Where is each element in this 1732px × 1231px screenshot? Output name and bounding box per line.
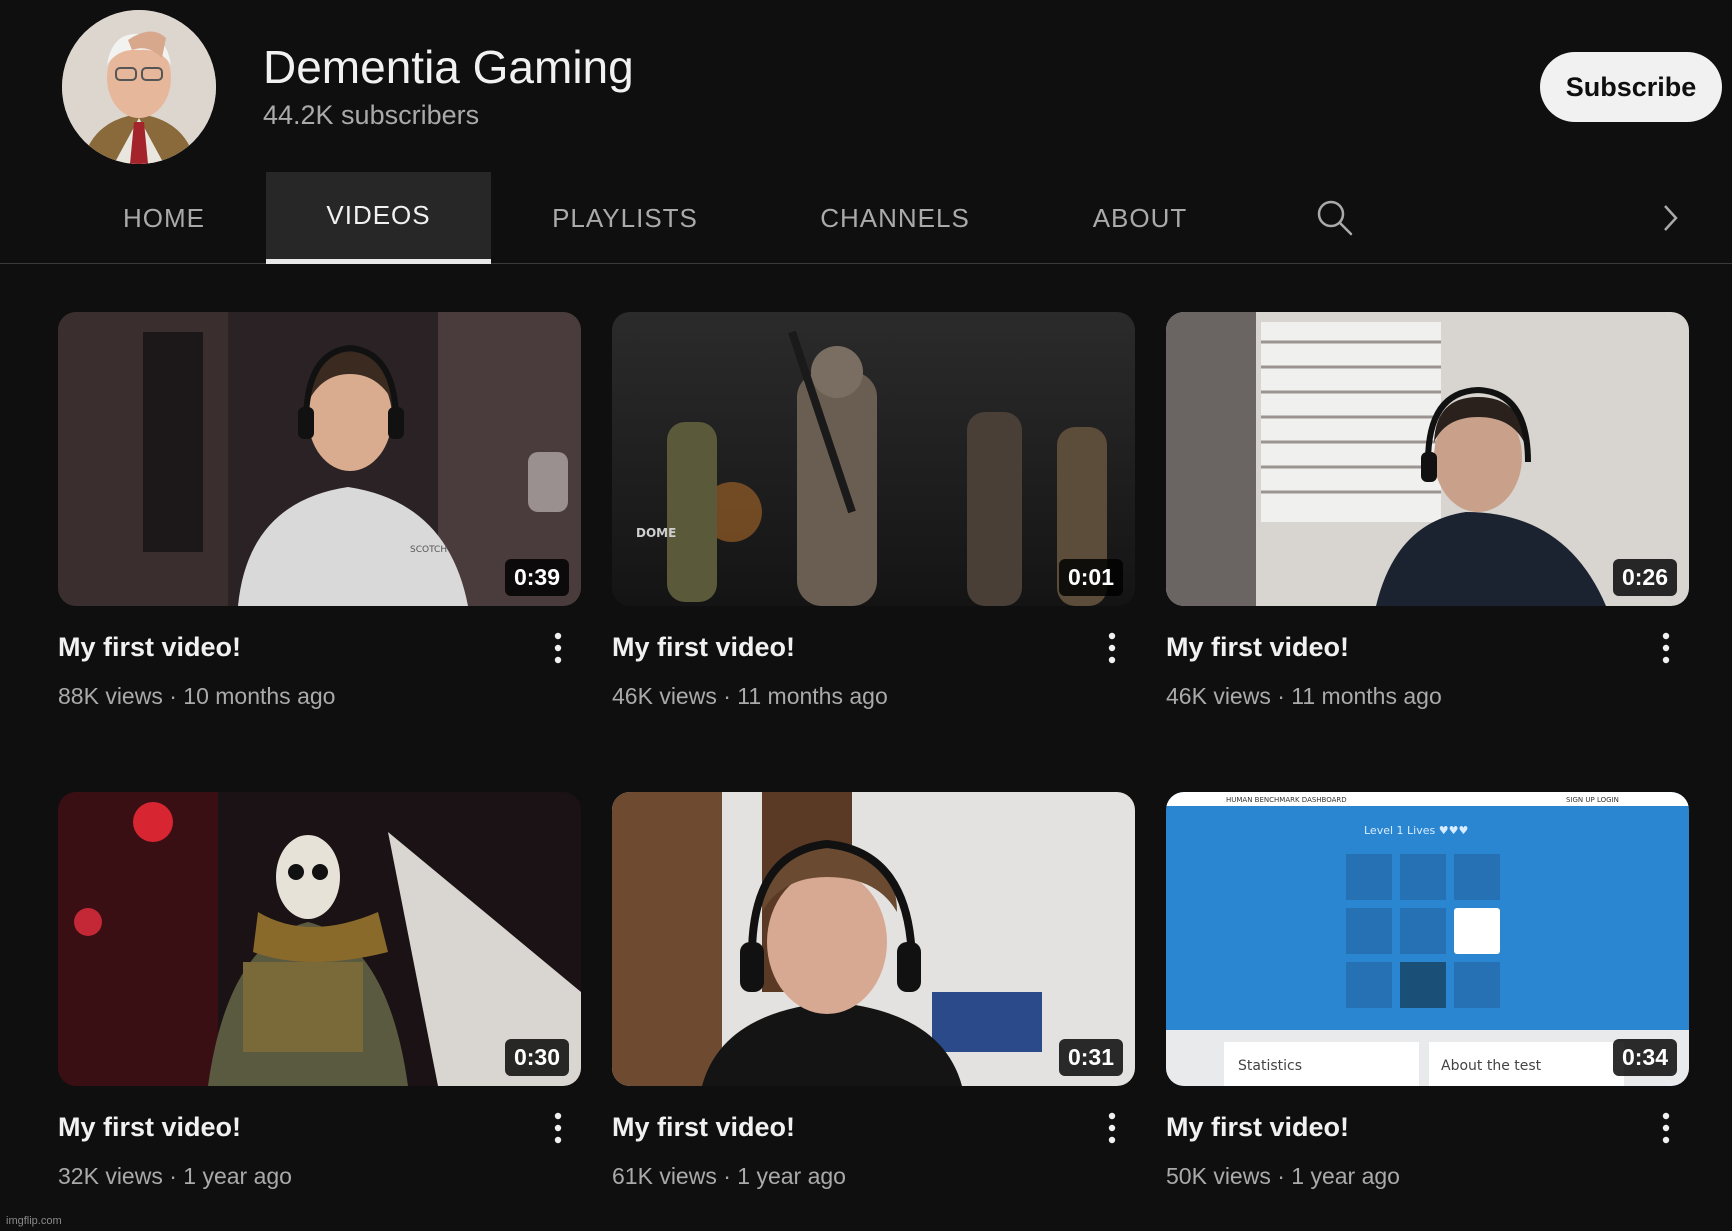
video-views: 32K views <box>58 1163 163 1189</box>
video-thumbnail[interactable]: 0:26 <box>1166 312 1689 606</box>
video-age: 11 months ago <box>1291 683 1442 709</box>
video-card[interactable]: SCOTCH 0:39 My first video! 88K views · … <box>58 312 581 709</box>
channel-page: Dementia Gaming 44.2K subscribers Subscr… <box>0 0 1732 1231</box>
tab-about[interactable]: ABOUT <box>1080 172 1200 264</box>
video-duration: 0:39 <box>504 559 569 596</box>
video-age: 11 months ago <box>737 683 888 709</box>
more-vert-icon[interactable] <box>543 1108 573 1148</box>
channel-name: Dementia Gaming <box>263 41 634 93</box>
level-lives: Level 1 Lives ♥♥♥ <box>1364 824 1468 837</box>
video-card[interactable]: 0:26 My first video! 46K views · 11 mont… <box>1166 312 1689 709</box>
tab-channels[interactable]: CHANNELS <box>800 172 990 264</box>
video-card[interactable]: DOME 0:01 My first video! 46K views · 11… <box>612 312 1135 709</box>
tab-videos[interactable]: VIDEOS <box>266 172 491 264</box>
site-nav-right: SIGN UP LOGIN <box>1566 796 1619 804</box>
video-title[interactable]: My first video! <box>58 1112 241 1143</box>
video-views: 61K views <box>612 1163 717 1189</box>
video-thumbnail[interactable]: SCOTCH 0:39 <box>58 312 581 606</box>
tab-playlists[interactable]: PLAYLISTS <box>535 172 715 264</box>
video-title[interactable]: My first video! <box>612 1112 795 1143</box>
video-title[interactable]: My first video! <box>1166 632 1349 663</box>
video-meta: 88K views · 10 months ago <box>58 683 336 709</box>
video-thumbnail[interactable]: DOME 0:01 <box>612 312 1135 606</box>
video-thumbnail[interactable]: 0:31 <box>612 792 1135 1086</box>
statistics-label: Statistics <box>1238 1058 1302 1074</box>
video-meta: 46K views · 11 months ago <box>1166 683 1442 709</box>
more-vert-icon[interactable] <box>1651 1108 1681 1148</box>
video-age: 10 months ago <box>183 683 336 709</box>
video-card[interactable]: 0:30 My first video! 32K views · 1 year … <box>58 792 581 1189</box>
video-duration: 0:01 <box>1058 559 1123 596</box>
video-views: 88K views <box>58 683 163 709</box>
video-views: 46K views <box>612 683 717 709</box>
site-nav-left: HUMAN BENCHMARK DASHBOARD <box>1226 796 1347 804</box>
more-vert-icon[interactable] <box>1097 1108 1127 1148</box>
chevron-right-icon[interactable] <box>1650 172 1690 264</box>
video-title[interactable]: My first video! <box>58 632 241 663</box>
video-duration: 0:30 <box>504 1039 569 1076</box>
video-duration: 0:26 <box>1612 559 1677 596</box>
search-icon[interactable] <box>1310 172 1360 264</box>
video-meta: 61K views · 1 year ago <box>612 1163 846 1189</box>
video-card[interactable]: HUMAN BENCHMARK DASHBOARD SIGN UP LOGIN … <box>1166 792 1689 1189</box>
video-title[interactable]: My first video! <box>1166 1112 1349 1143</box>
video-meta: 50K views · 1 year ago <box>1166 1163 1400 1189</box>
channel-avatar[interactable] <box>62 10 216 164</box>
video-views: 46K views <box>1166 683 1271 709</box>
watermark: imgflip.com <box>6 1215 62 1227</box>
video-meta: 46K views · 11 months ago <box>612 683 888 709</box>
video-views: 50K views <box>1166 1163 1271 1189</box>
video-age: 1 year ago <box>1291 1163 1400 1189</box>
video-card[interactable]: 0:31 My first video! 61K views · 1 year … <box>612 792 1135 1189</box>
more-vert-icon[interactable] <box>543 628 573 668</box>
video-meta: 32K views · 1 year ago <box>58 1163 292 1189</box>
video-age: 1 year ago <box>737 1163 846 1189</box>
video-thumbnail[interactable]: HUMAN BENCHMARK DASHBOARD SIGN UP LOGIN … <box>1166 792 1689 1086</box>
game-hud-text: DOME <box>636 526 676 540</box>
more-vert-icon[interactable] <box>1097 628 1127 668</box>
video-age: 1 year ago <box>183 1163 292 1189</box>
video-thumbnail[interactable]: 0:30 <box>58 792 581 1086</box>
channel-tabs: HOME VIDEOS PLAYLISTS CHANNELS ABOUT <box>0 172 1732 264</box>
about-test-label: About the test <box>1441 1058 1542 1074</box>
video-duration: 0:31 <box>1058 1039 1123 1076</box>
subscriber-count: 44.2K subscribers <box>263 100 480 130</box>
more-vert-icon[interactable] <box>1651 628 1681 668</box>
video-title[interactable]: My first video! <box>612 632 795 663</box>
video-duration: 0:34 <box>1612 1039 1677 1076</box>
tab-home[interactable]: HOME <box>100 172 228 264</box>
shirt-logo: SCOTCH <box>410 545 447 555</box>
subscribe-button[interactable]: Subscribe <box>1540 52 1722 122</box>
